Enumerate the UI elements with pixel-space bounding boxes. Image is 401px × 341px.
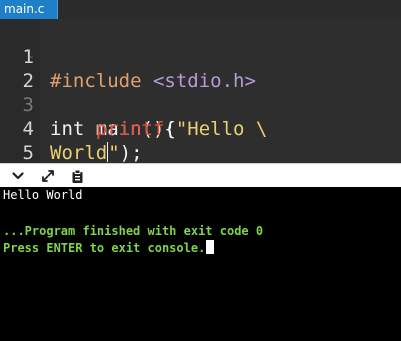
- code-line-2: 2 - int main(){: [0, 45, 401, 140]
- program-output: Hello World: [3, 188, 83, 202]
- exit-prompt-line: Press ENTER to exit console.: [3, 240, 215, 256]
- code-line-6: 6: [0, 141, 401, 163]
- online-compiler-window: main.c 1 #include <stdio.h> 2 - int main…: [0, 0, 401, 341]
- fold-toggle-icon[interactable]: -: [28, 45, 35, 69]
- exit-prompt: Press ENTER to exit console.: [3, 241, 206, 255]
- console-toolbar: [0, 163, 401, 187]
- expand-icon[interactable]: [39, 167, 57, 185]
- code-editor[interactable]: 1 #include <stdio.h> 2 - int main(){ 3 p…: [0, 19, 401, 163]
- file-tab-main-c[interactable]: main.c: [0, 0, 58, 19]
- code-line-3: 3 printf("Hello \: [0, 69, 401, 140]
- code-line-4: 4 World");: [0, 93, 401, 163]
- code-line-5: 5 }: [0, 117, 401, 163]
- console-cursor: [206, 240, 215, 254]
- console-output[interactable]: Hello World ...Program finished with exi…: [0, 187, 401, 341]
- file-tab-bar: main.c: [0, 0, 401, 19]
- exit-status-message: ...Program finished with exit code 0: [3, 224, 264, 238]
- code-line-1: 1 #include <stdio.h>: [0, 21, 401, 92]
- copy-icon[interactable]: [68, 167, 86, 185]
- chevron-down-icon[interactable]: [9, 167, 27, 185]
